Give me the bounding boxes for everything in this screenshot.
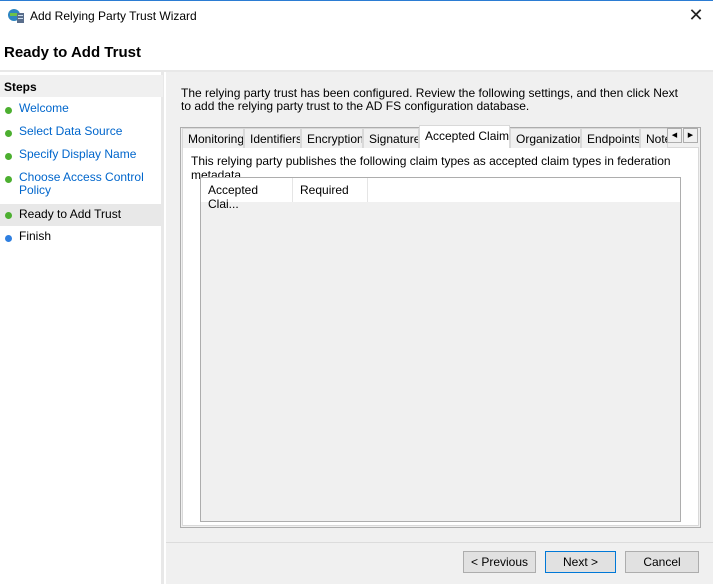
step-label: Specify Display Name: [19, 147, 137, 161]
cancel-button[interactable]: Cancel: [625, 551, 699, 573]
adfs-wizard-icon: [8, 9, 24, 23]
step-specify-display-name[interactable]: Specify Display Name: [0, 148, 163, 164]
step-label: Welcome: [19, 101, 69, 115]
window-title: Add Relying Party Trust Wizard: [30, 9, 197, 23]
step-label: Choose Access Control Policy: [19, 170, 144, 197]
table-header: Accepted Clai... Required: [201, 178, 680, 211]
tab-signature[interactable]: Signature: [363, 128, 419, 148]
tab-encryption[interactable]: Encryption: [301, 128, 363, 148]
pending-status-icon: [5, 235, 12, 242]
close-icon[interactable]: ✕: [684, 4, 708, 28]
tab-accepted-claims[interactable]: Accepted Claims: [419, 125, 510, 148]
complete-status-icon: [5, 153, 12, 160]
step-ready-to-add-trust: Ready to Add Trust: [0, 204, 163, 226]
column-accepted-claims[interactable]: Accepted Clai...: [201, 178, 293, 211]
tab-scroll-left-icon[interactable]: ◀: [667, 128, 682, 143]
column-required[interactable]: Required: [293, 178, 368, 202]
page-title: Ready to Add Trust: [4, 44, 141, 61]
complete-status-icon: [5, 176, 12, 183]
tab-endpoints[interactable]: Endpoints: [581, 128, 640, 148]
step-label: Finish: [19, 229, 52, 243]
complete-status-icon: [5, 130, 12, 137]
steps-header: Steps: [0, 75, 163, 97]
accepted-claims-table[interactable]: [200, 177, 681, 522]
step-label: Select Data Source: [19, 124, 123, 138]
step-label: Ready to Add Trust: [19, 207, 122, 221]
tab-scroll-right-icon[interactable]: ▶: [683, 128, 698, 143]
next-button[interactable]: Next >: [545, 551, 616, 573]
previous-button[interactable]: < Previous: [463, 551, 536, 573]
step-choose-access-control-policy[interactable]: Choose Access Control Policy: [0, 171, 163, 199]
tab-monitoring[interactable]: Monitoring: [182, 128, 244, 148]
tab-identifiers[interactable]: Identifiers: [244, 128, 301, 148]
intro-text: The relying party trust has been configu…: [181, 86, 678, 113]
complete-status-icon: [5, 107, 12, 114]
step-welcome[interactable]: Welcome: [0, 102, 163, 118]
step-finish: Finish: [0, 230, 163, 246]
complete-status-icon: [5, 212, 12, 219]
tab-organization[interactable]: Organization: [510, 128, 581, 148]
tab-notes[interactable]: Notes: [640, 128, 668, 148]
step-select-data-source[interactable]: Select Data Source: [0, 125, 163, 141]
